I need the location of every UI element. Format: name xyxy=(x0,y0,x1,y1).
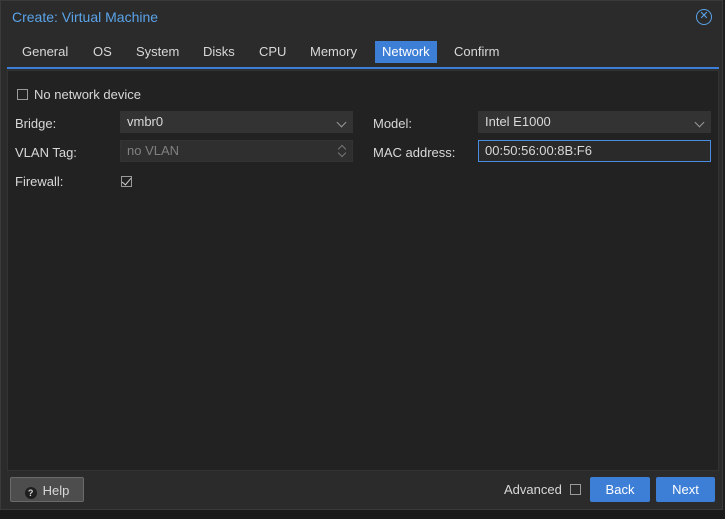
bridge-select[interactable]: vmbr0 xyxy=(120,111,353,133)
dialog-footer: ? Help Advanced Back Next xyxy=(1,471,722,509)
advanced-checkbox[interactable] xyxy=(570,484,581,495)
tab-general[interactable]: General xyxy=(15,41,75,63)
spinner-icon[interactable] xyxy=(338,144,346,158)
background-strip xyxy=(0,510,725,519)
next-button[interactable]: Next xyxy=(656,477,715,502)
bridge-value: vmbr0 xyxy=(127,114,164,129)
firewall-checkbox[interactable] xyxy=(121,176,132,187)
model-select[interactable]: Intel E1000 xyxy=(478,111,711,133)
mac-address-input[interactable]: 00:50:56:00:8B:F6 xyxy=(478,140,711,162)
back-button[interactable]: Back xyxy=(590,477,650,502)
network-panel: No network device Bridge: vmbr0 VLAN Tag… xyxy=(7,70,719,471)
chevron-down-icon[interactable] xyxy=(336,117,347,128)
no-network-device-label: No network device xyxy=(34,87,141,102)
tab-memory[interactable]: Memory xyxy=(303,41,364,63)
vlan-tag-label: VLAN Tag: xyxy=(15,145,77,160)
bridge-label: Bridge: xyxy=(15,116,57,131)
mac-address-value: 00:50:56:00:8B:F6 xyxy=(485,143,592,158)
dialog-titlebar: Create: Virtual Machine ✕ xyxy=(1,1,722,33)
model-value: Intel E1000 xyxy=(485,114,551,129)
help-button[interactable]: ? Help xyxy=(10,477,84,502)
model-label: Model: xyxy=(373,116,413,131)
question-circle-icon: ? xyxy=(24,487,37,499)
mac-address-label: MAC address: xyxy=(373,145,456,160)
no-network-device-checkbox[interactable] xyxy=(17,89,28,100)
tab-network[interactable]: Network xyxy=(375,41,437,63)
tab-underline xyxy=(7,67,719,69)
advanced-label: Advanced xyxy=(504,482,562,497)
wizard-tabs: General OS System Disks CPU Memory Netwo… xyxy=(1,39,722,67)
vlan-tag-input[interactable]: no VLAN xyxy=(120,140,353,162)
firewall-label: Firewall: xyxy=(15,174,64,189)
vlan-tag-placeholder: no VLAN xyxy=(127,143,180,158)
create-vm-dialog: Create: Virtual Machine ✕ General OS Sys… xyxy=(0,0,723,510)
chevron-down-icon[interactable] xyxy=(694,117,705,128)
help-label: Help xyxy=(42,483,70,498)
close-icon[interactable]: ✕ xyxy=(696,9,712,25)
tab-confirm[interactable]: Confirm xyxy=(447,41,507,63)
tab-disks[interactable]: Disks xyxy=(196,41,242,63)
tab-system[interactable]: System xyxy=(129,41,186,63)
tab-cpu[interactable]: CPU xyxy=(252,41,293,63)
dialog-title: Create: Virtual Machine xyxy=(12,9,159,25)
tab-os[interactable]: OS xyxy=(86,41,119,63)
